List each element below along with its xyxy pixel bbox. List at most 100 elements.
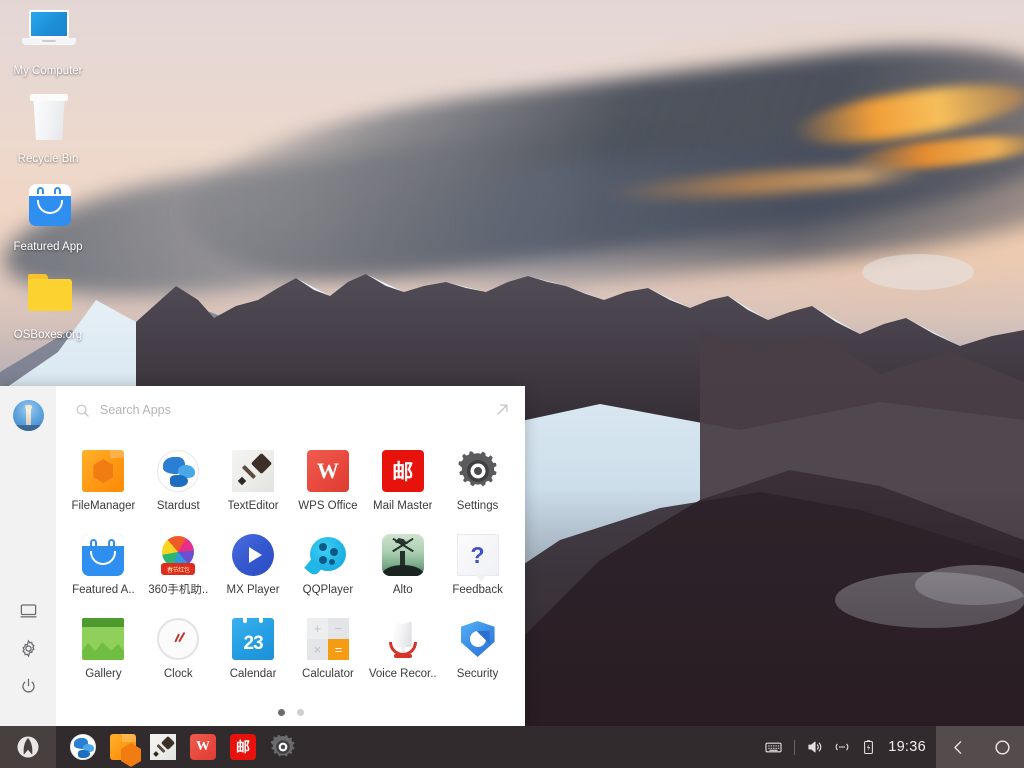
power-button[interactable] (0, 667, 56, 705)
app-texteditor[interactable]: TextEditor (216, 442, 291, 526)
stardust-icon (70, 734, 96, 760)
volume-button[interactable] (806, 738, 824, 756)
desktop-icon-label: OSBoxes.org (14, 328, 82, 342)
app-label: 360手机助.. (148, 584, 208, 597)
app-gallery[interactable]: Gallery (66, 610, 141, 694)
app-launcher-panel: FileManager Stardust TextEditor W WPS Of… (0, 386, 525, 727)
360-ribbon-label: 春节红包 (161, 563, 195, 575)
stardust-icon (157, 450, 199, 492)
page-dot-1[interactable] (278, 709, 285, 716)
tray-separator (794, 740, 795, 755)
voice-recorder-icon (382, 618, 424, 660)
wps-office-icon: W (307, 450, 349, 492)
avatar[interactable] (13, 400, 44, 431)
app-grid: FileManager Stardust TextEditor W WPS Of… (56, 434, 525, 697)
taskbar-pinned-apps: W 邮 (56, 728, 764, 766)
app-security[interactable]: Security (440, 610, 515, 694)
app-voice-recorder[interactable]: Voice Recor.. (365, 610, 440, 694)
back-button[interactable] (941, 726, 975, 768)
network-button[interactable] (833, 738, 851, 756)
taskbar-app-settings[interactable] (264, 728, 302, 766)
expand-fullscreen-button[interactable] (491, 398, 513, 420)
app-label: MX Player (227, 584, 280, 597)
keyboard-icon (764, 738, 783, 757)
desktop-icon-my-computer[interactable]: My Computer (0, 4, 96, 78)
settings-button[interactable] (0, 629, 56, 667)
network-icon (833, 738, 851, 756)
app-label: QQPlayer (303, 584, 354, 597)
desktop-icon-recycle-bin[interactable]: Recycle Bin (0, 92, 96, 166)
power-icon (19, 677, 38, 696)
calendar-day-number: 23 (244, 634, 263, 660)
app-wps-office[interactable]: W WPS Office (291, 442, 366, 526)
desktop-icon-label: Recycle Bin (18, 152, 79, 166)
calculator-key-equals: = (328, 639, 349, 660)
mx-player-icon (232, 534, 274, 576)
launcher-search-row (56, 386, 525, 434)
app-filemanager[interactable]: FileManager (66, 442, 141, 526)
app-label: Featured A.. (72, 584, 135, 597)
app-mail-master[interactable]: 邮 Mail Master (365, 442, 440, 526)
calculator-key-plus: + (307, 618, 328, 639)
filemanager-icon (82, 450, 124, 492)
page-dot-2[interactable] (297, 709, 304, 716)
app-label: Mail Master (373, 500, 432, 513)
app-alto[interactable]: Alto (365, 526, 440, 610)
expand-arrow-icon (495, 402, 510, 417)
security-icon (457, 618, 499, 660)
app-qqplayer[interactable]: QQPlayer (291, 526, 366, 610)
app-label: TextEditor (228, 500, 279, 513)
app-mx-player[interactable]: MX Player (216, 526, 291, 610)
app-calculator[interactable]: + − × = Calculator (291, 610, 366, 694)
computer-button[interactable] (0, 591, 56, 629)
taskbar-app-mail-master[interactable]: 邮 (224, 728, 262, 766)
launcher-pager (56, 697, 525, 727)
search-icon (75, 403, 90, 418)
folder-icon (18, 268, 78, 324)
filemanager-icon (110, 734, 136, 760)
taskbar-app-filemanager[interactable] (104, 728, 142, 766)
desktop-icon-osboxes-folder[interactable]: OSBoxes.org (0, 268, 96, 342)
app-label: FileManager (71, 500, 135, 513)
keyboard-button[interactable] (764, 738, 783, 757)
360-mobile-assistant-icon: 春节红包 (157, 534, 199, 576)
monitor-icon (19, 601, 38, 620)
settings-icon (457, 450, 499, 492)
clock-time[interactable]: 19:36 (888, 739, 926, 755)
calendar-icon: 23 (232, 618, 274, 660)
chevron-left-icon (950, 739, 967, 756)
app-clock[interactable]: Clock (141, 610, 216, 694)
search-input[interactable] (100, 403, 400, 417)
app-label: Calendar (230, 668, 277, 681)
mail-master-icon: 邮 (382, 450, 424, 492)
app-label: Calculator (302, 668, 354, 681)
desktop-icon-featured-app[interactable]: Featured App (0, 180, 96, 254)
launcher-main: FileManager Stardust TextEditor W WPS Of… (56, 386, 525, 727)
app-feedback[interactable]: ? Feedback (440, 526, 515, 610)
taskbar-app-wps-office[interactable]: W (184, 728, 222, 766)
battery-button[interactable] (860, 739, 877, 756)
gear-icon (19, 639, 38, 658)
app-featured-app[interactable]: Featured A.. (66, 526, 141, 610)
calculator-icon: + − × = (307, 618, 349, 660)
taskbar: W 邮 (0, 726, 1024, 768)
app-label: Settings (457, 500, 499, 513)
speaker-icon (806, 738, 824, 756)
taskbar-app-texteditor[interactable] (144, 728, 182, 766)
start-menu-button[interactable] (0, 726, 56, 768)
taskbar-tray: 19:36 (764, 726, 936, 768)
app-label: Feedback (452, 584, 503, 597)
taskbar-app-stardust[interactable] (64, 728, 102, 766)
texteditor-icon (232, 450, 274, 492)
feedback-icon: ? (457, 534, 499, 576)
home-button[interactable] (985, 726, 1019, 768)
app-label: Security (457, 668, 499, 681)
app-stardust[interactable]: Stardust (141, 442, 216, 526)
app-settings[interactable]: Settings (440, 442, 515, 526)
battery-charging-icon (860, 739, 877, 756)
app-calendar[interactable]: 23 Calendar (216, 610, 291, 694)
app-label: WPS Office (298, 500, 357, 513)
app-360-mobile-assistant[interactable]: 春节红包 360手机助.. (141, 526, 216, 610)
desktop-icon-list: My Computer Recycle Bin Featured App OSB… (0, 4, 100, 356)
app-store-icon (18, 180, 78, 236)
